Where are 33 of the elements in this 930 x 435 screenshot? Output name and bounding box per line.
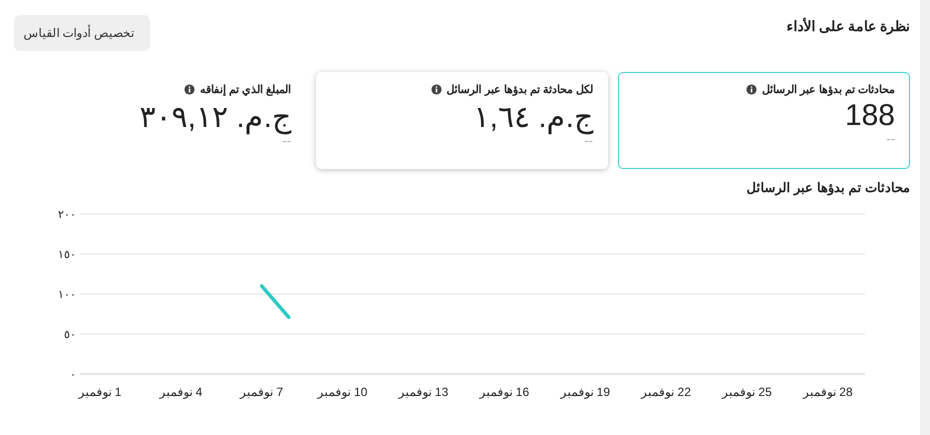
chart-line: [260, 284, 290, 319]
customize-button[interactable]: تخصيص أدوات القياس: [14, 15, 150, 51]
x-tick-label: 7 نوفمبر: [240, 385, 284, 399]
x-tick-label: 13 نوفمبر: [398, 385, 448, 399]
info-icon[interactable]: [430, 84, 442, 95]
metric-value: ج.م. ٣٠٩,١٢: [140, 100, 291, 135]
section-title: نظرة عامة على الأداء: [786, 18, 910, 34]
metric-label: محادثات تم بدؤها عبر الرسائل: [762, 83, 895, 96]
x-tick-label: 10 نوفمبر: [318, 385, 368, 399]
metric-change: --: [886, 131, 895, 146]
y-tick-label: ١٥٠: [58, 249, 76, 261]
metric-change: --: [584, 133, 593, 148]
y-tick-label: ١٠٠: [58, 289, 76, 301]
metric-card[interactable]: المبلغ الذي تم إنفاقه ج.م. ٣٠٩,١٢ --: [14, 72, 306, 169]
x-tick-label: 22 نوفمبر: [641, 385, 691, 399]
metric-change: --: [282, 133, 291, 148]
y-tick-label: ٠: [70, 369, 76, 381]
y-tick-label: ٥٠: [64, 329, 76, 341]
x-tick-label: 16 نوفمبر: [479, 385, 530, 399]
metric-value: ج.م. ١,٦٤: [474, 100, 593, 135]
chart-title: محادثات تم بدؤها عبر الرسائل: [746, 180, 910, 195]
x-tick-label: 28 نوفمبر: [802, 385, 853, 399]
x-tick-label: 25 نوفمبر: [722, 385, 772, 399]
y-tick-label: ٢٠٠: [58, 209, 76, 221]
metric-value: 188: [844, 99, 895, 133]
metric-label: المبلغ الذي تم إنفاقه: [200, 83, 291, 96]
metric-card[interactable]: لكل محادثة تم بدؤها عبر الرسائل ج.م. ١,٦٤ --: [316, 72, 608, 169]
metric-label: لكل محادثة تم بدؤها عبر الرسائل: [446, 83, 593, 96]
info-icon[interactable]: [746, 84, 757, 95]
x-tick-label: 1 نوفمبر: [78, 385, 122, 399]
info-icon[interactable]: [184, 84, 195, 95]
x-tick-label: 19 نوفمبر: [560, 385, 610, 399]
x-tick-label: 4 نوفمبر: [159, 385, 202, 399]
